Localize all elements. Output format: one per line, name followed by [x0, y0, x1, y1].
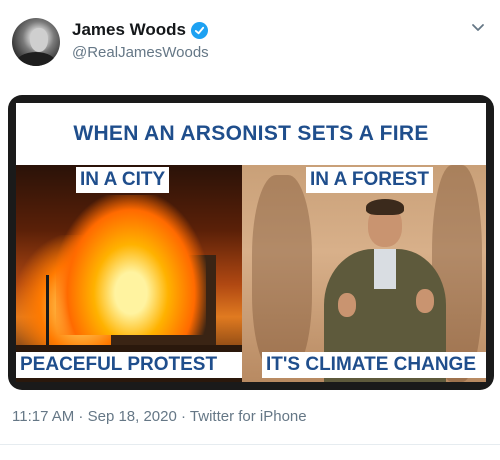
divider: [0, 444, 500, 445]
label-in-a-city: IN A CITY: [76, 167, 170, 193]
author-handle[interactable]: @RealJamesWoods: [72, 44, 209, 61]
tweet-timestamp[interactable]: 11:17 AM · Sep 18, 2020 · Twitter for iP…: [12, 408, 307, 425]
label-climate-change: IT'S CLIMATE CHANGE: [262, 352, 486, 378]
person-shirt: [374, 249, 396, 289]
author-name-row[interactable]: James Woods: [72, 20, 209, 40]
smoky-tree: [252, 175, 312, 375]
flames: [56, 195, 206, 335]
checkmark-icon: [194, 26, 205, 34]
person-hand: [338, 293, 356, 317]
person-hand: [416, 289, 434, 313]
meme-image: WHEN AN ARSONIST SETS A FIRE IN A CITY I…: [16, 103, 486, 382]
city-fire-panel: [16, 165, 242, 382]
forest-panel: [242, 165, 486, 382]
person-hair: [366, 199, 404, 215]
meme-headline: WHEN AN ARSONIST SETS A FIRE: [16, 103, 486, 165]
utility-pole: [46, 275, 49, 355]
label-in-a-forest: IN A FOREST: [306, 167, 433, 193]
chevron-down-icon[interactable]: [470, 20, 486, 36]
avatar[interactable]: [12, 18, 60, 66]
author-name[interactable]: James Woods: [72, 20, 186, 40]
avatar-shoulders: [16, 52, 56, 66]
label-peaceful-protest: PEACEFUL PROTEST: [16, 352, 242, 378]
verified-badge-icon: [191, 21, 209, 39]
avatar-face: [30, 28, 48, 52]
tweet-media[interactable]: WHEN AN ARSONIST SETS A FIRE IN A CITY I…: [8, 95, 494, 390]
